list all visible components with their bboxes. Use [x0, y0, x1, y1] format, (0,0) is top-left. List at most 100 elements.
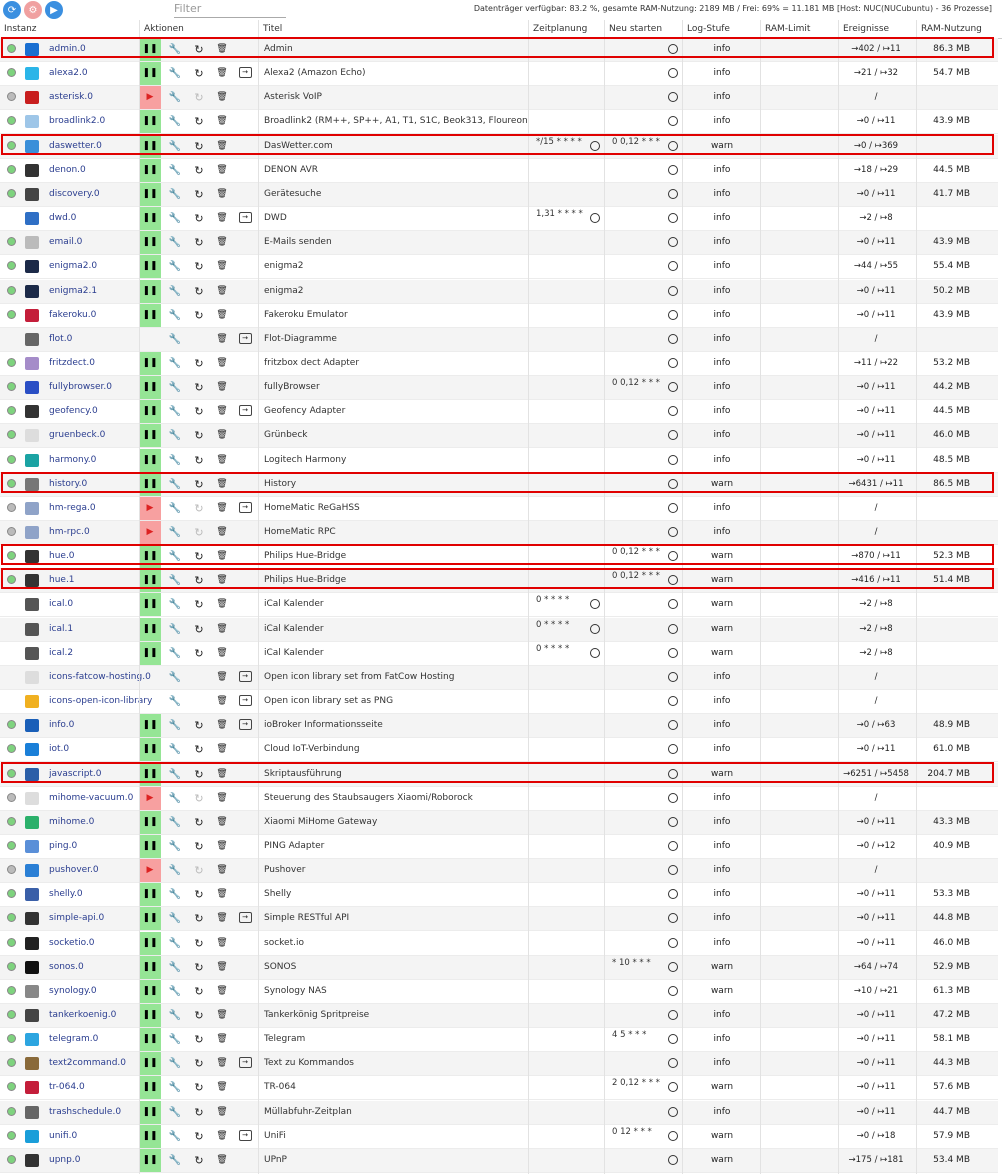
instance-name[interactable]: ping.0 [49, 835, 77, 858]
settings-wrench-icon[interactable]: 🔧 [168, 304, 182, 327]
restart-icon[interactable]: ↻ [192, 1052, 206, 1075]
settings-wrench-icon[interactable]: 🔧 [168, 352, 182, 375]
settings-wrench-icon[interactable]: 🔧 [168, 449, 182, 472]
instance-name[interactable]: ical.2 [49, 642, 73, 665]
pause-button[interactable]: ❚❚ [139, 714, 161, 737]
restart-icon[interactable]: ↻ [192, 1028, 206, 1051]
restart-icon[interactable]: ↻ [192, 280, 206, 303]
instance-name[interactable]: email.0 [49, 231, 82, 254]
pause-button[interactable]: ❚❚ [139, 473, 161, 496]
settings-wrench-icon[interactable]: 🔧 [168, 521, 182, 544]
log-level[interactable]: info [686, 183, 758, 206]
instance-name[interactable]: admin.0 [49, 38, 86, 61]
delete-icon[interactable]: 🗑 [216, 352, 228, 375]
table-row[interactable]: denon.0 ❚❚ 🔧 ↻ 🗑 DENON AVR info →18 / ↦29 44.5 M… [0, 159, 998, 183]
delete-icon[interactable]: 🗑 [216, 280, 228, 303]
delete-icon[interactable]: 🗑 [216, 835, 228, 858]
pause-button[interactable]: ❚❚ [139, 1076, 161, 1099]
log-level[interactable]: info [686, 255, 758, 278]
instance-name[interactable]: discovery.0 [49, 183, 100, 206]
restart-clock-icon[interactable] [666, 1101, 680, 1124]
delete-icon[interactable]: 🗑 [216, 255, 228, 278]
restart-clock-icon[interactable] [666, 932, 680, 955]
delete-icon[interactable]: 🗑 [216, 618, 228, 641]
pause-button[interactable]: ❚❚ [139, 135, 161, 158]
restart-icon[interactable]: ↻ [192, 449, 206, 472]
delete-icon[interactable]: 🗑 [216, 1101, 228, 1124]
instance-name[interactable]: text2command.0 [49, 1052, 126, 1075]
pause-button[interactable]: ❚❚ [139, 593, 161, 616]
table-row[interactable]: fritzdect.0 ❚❚ 🔧 ↻ 🗑 fritzbox dect Adapter inf… [0, 352, 998, 376]
settings-wrench-icon[interactable]: 🔧 [168, 135, 182, 158]
settings-wrench-icon[interactable]: 🔧 [168, 1076, 182, 1099]
log-level[interactable]: info [686, 497, 758, 520]
delete-icon[interactable]: 🗑 [216, 1149, 228, 1172]
pause-button[interactable]: ❚❚ [139, 545, 161, 568]
restart-clock-icon[interactable] [666, 859, 680, 882]
restart-icon[interactable]: ↻ [192, 787, 206, 810]
instance-name[interactable]: pushover.0 [49, 859, 99, 882]
table-row[interactable]: daswetter.0 ❚❚ 🔧 ↻ 🗑 DasWetter.com */15 * * * … [0, 135, 998, 159]
col-ram-usage[interactable]: RAM-Nutzung [916, 20, 998, 38]
restart-icon[interactable]: ↻ [192, 521, 206, 544]
instance-name[interactable]: mihome-vacuum.0 [49, 787, 133, 810]
delete-icon[interactable]: 🗑 [216, 1076, 228, 1099]
settings-wrench-icon[interactable]: 🔧 [168, 738, 182, 761]
log-level[interactable]: info [686, 666, 758, 689]
delete-icon[interactable]: 🗑 [216, 932, 228, 955]
table-row[interactable]: sonos.0 ❚❚ 🔧 ↻ 🗑 SONOS * 10 * * * warn →64 / ↦74… [0, 956, 998, 980]
restart-clock-icon[interactable] [666, 449, 680, 472]
delete-icon[interactable]: 🗑 [216, 473, 228, 496]
instance-name[interactable]: hue.0 [49, 545, 75, 568]
pause-button[interactable]: ❚❚ [139, 883, 161, 906]
restart-clock-icon[interactable] [666, 1149, 680, 1172]
log-level[interactable]: info [686, 376, 758, 399]
table-row[interactable]: fakeroku.0 ❚❚ 🔧 ↻ 🗑 Fakeroku Emulator info →0 /… [0, 304, 998, 328]
col-instance[interactable]: Instanz [0, 20, 139, 38]
instance-name[interactable]: icons-open-icon-library [49, 690, 152, 713]
instance-name[interactable]: trashschedule.0 [49, 1101, 121, 1124]
delete-icon[interactable]: 🗑 [216, 1125, 228, 1148]
table-row[interactable]: javascript.0 ❚❚ 🔧 ↻ 🗑 Skriptausführung warn →62… [0, 763, 998, 787]
table-row[interactable]: hm-rpc.0 ▶ 🔧 ↻ 🗑 HomeMatic RPC info / [0, 521, 998, 545]
restart-icon[interactable]: ↻ [192, 1149, 206, 1172]
restart-clock-icon[interactable] [666, 38, 680, 61]
log-level[interactable]: info [686, 738, 758, 761]
delete-icon[interactable]: 🗑 [216, 1052, 228, 1075]
table-row[interactable]: telegram.0 ❚❚ 🔧 ↻ 🗑 Telegram 4 5 * * * info →0 /… [0, 1028, 998, 1052]
settings-wrench-icon[interactable]: 🔧 [168, 280, 182, 303]
restart-icon[interactable]: ↻ [192, 545, 206, 568]
col-ram-limit[interactable]: RAM-Limit [760, 20, 838, 38]
restart-icon[interactable]: ↻ [192, 62, 206, 85]
settings-wrench-icon[interactable]: 🔧 [168, 714, 182, 737]
settings-wrench-icon[interactable]: 🔧 [168, 545, 182, 568]
col-log-level[interactable]: Log-Stufe [682, 20, 760, 38]
delete-icon[interactable]: 🗑 [216, 207, 228, 230]
table-row[interactable]: harmony.0 ❚❚ 🔧 ↻ 🗑 Logitech Harmony info →0 / ↦… [0, 449, 998, 473]
table-row[interactable]: icons-open-icon-library 🔧 🗑 → Open icon libr… [0, 690, 998, 714]
table-row[interactable]: dwd.0 ❚❚ 🔧 ↻ 🗑 → DWD 1,31 * * * * info →2 / ↦8 [0, 207, 998, 231]
restart-clock-icon[interactable] [666, 907, 680, 930]
table-row[interactable]: ping.0 ❚❚ 🔧 ↻ 🗑 PING Adapter info →0 / ↦12 40.9 … [0, 835, 998, 859]
schedule-clock-icon[interactable] [588, 618, 602, 641]
log-level[interactable]: info [686, 787, 758, 810]
instance-name[interactable]: enigma2.0 [49, 255, 97, 278]
instance-name[interactable]: mihome.0 [49, 811, 94, 834]
log-level[interactable]: info [686, 159, 758, 182]
log-level[interactable]: info [686, 1052, 758, 1075]
instance-name[interactable]: hm-rpc.0 [49, 521, 90, 544]
pause-button[interactable]: ❚❚ [139, 980, 161, 1003]
table-row[interactable]: ical.1 ❚❚ 🔧 ↻ 🗑 iCal Kalender 0 * * * * warn →2 … [0, 618, 998, 642]
settings-wrench-icon[interactable]: 🔧 [168, 980, 182, 1003]
instance-name[interactable]: shelly.0 [49, 883, 83, 906]
start-button[interactable]: ▶ [139, 497, 161, 520]
settings-wrench-icon[interactable]: 🔧 [168, 207, 182, 230]
restart-clock-icon[interactable] [666, 352, 680, 375]
restart-icon[interactable]: ↻ [192, 135, 206, 158]
delete-icon[interactable]: 🗑 [216, 714, 228, 737]
delete-icon[interactable]: 🗑 [216, 811, 228, 834]
settings-wrench-icon[interactable]: 🔧 [168, 690, 182, 713]
delete-icon[interactable]: 🗑 [216, 738, 228, 761]
restart-clock-icon[interactable] [666, 642, 680, 665]
table-row[interactable]: trashschedule.0 ❚❚ 🔧 ↻ 🗑 Müllabfuhr-Zeitplan i… [0, 1101, 998, 1125]
